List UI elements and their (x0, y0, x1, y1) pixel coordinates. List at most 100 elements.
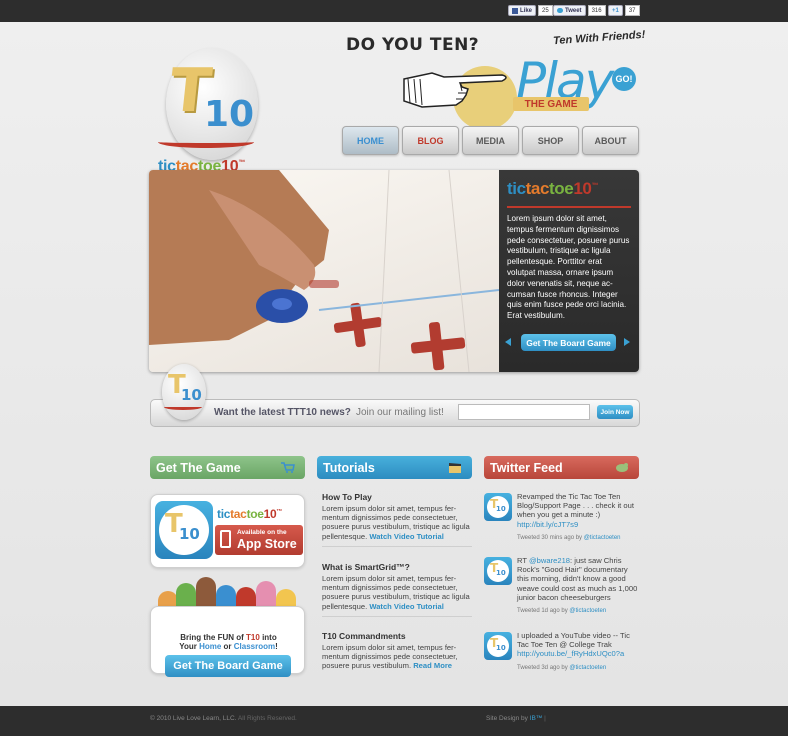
app-brand: tictactoe10™ (217, 507, 282, 521)
tweet-pre: RT (517, 556, 529, 565)
designer-link[interactable]: IB™ (530, 715, 543, 722)
join-now-button[interactable]: Join Now (597, 405, 633, 419)
app-store-label: App Store (237, 537, 297, 551)
twitter-avatar[interactable]: T 10 (484, 632, 512, 660)
app-brand-tic: tic (217, 507, 231, 521)
app-brand-num: 10 (263, 507, 277, 521)
site-footer: © 2010 Live Love Learn, LLC. All Rights … (0, 706, 788, 736)
tweet-link[interactable]: http://youtu.be/_fRyHdxUQc0?a (517, 649, 624, 658)
tweet-text: RT @bware218: just saw Chris Rock's "Goo… (517, 556, 639, 602)
footer-design: Site Design by IB™ | (486, 715, 546, 722)
board-game-text: Bring the FUN of T10 into Your Home or C… (151, 633, 306, 651)
get-board-game-button[interactable]: Get The Board Game (521, 334, 616, 351)
clapperboard-icon (449, 463, 461, 473)
slider-next-icon[interactable] (624, 338, 630, 346)
tutorial-body: Lorem ipsum dolor sit amet, tempus fer-m… (322, 574, 470, 611)
tweet-user-link[interactable]: @tictactoeten (569, 608, 606, 614)
tutorial-body: Lorem ipsum dolor sit amet, tempus fer-m… (322, 504, 470, 541)
board-line2-home: Home (199, 642, 222, 651)
tweet-link[interactable]: @bware218 (529, 556, 570, 565)
board-line2-pre: Your (179, 642, 200, 651)
board-line2-mid: or (221, 642, 234, 651)
newsletter-email-input[interactable] (458, 404, 590, 420)
like-count: 25 (538, 5, 553, 16)
hero-photo-art (149, 170, 500, 372)
twitter-avatar[interactable]: T 10 (484, 493, 512, 521)
nav-media[interactable]: MEDIA (462, 126, 519, 155)
nav-about[interactable]: ABOUT (582, 126, 639, 155)
nav-shop[interactable]: SHOP (522, 126, 579, 155)
main-nav: HOME BLOG MEDIA SHOP ABOUT (342, 126, 639, 155)
tutorials-header: Tutorials (317, 456, 472, 479)
facebook-like[interactable]: Like 25 (508, 5, 553, 16)
app-icon: T 10 (155, 501, 213, 559)
app-store-card[interactable]: T 10 tictactoe10™ Available on the App S… (150, 494, 305, 568)
copyright-text: © 2010 Live Love Learn, LLC. (150, 715, 237, 722)
tutorial-title: What is SmartGrid™? (322, 562, 410, 572)
twitter-avatar[interactable]: T 10 (484, 557, 512, 585)
watch-video-link[interactable]: Watch Video Tutorial (369, 532, 444, 541)
nav-home[interactable]: HOME (342, 126, 399, 155)
like-label: Like (520, 7, 533, 14)
slider-prev-icon[interactable] (505, 338, 511, 346)
avatar-ten: 10 (496, 569, 506, 577)
logo-ten: 10 (204, 94, 255, 135)
get-board-game-button-2[interactable]: Get The Board Game (165, 655, 291, 677)
board-line1-pre: Bring the FUN of (180, 633, 247, 642)
tutorial-item: T10 Commandments Lorem ipsum dolor sit a… (322, 631, 470, 671)
promo-the-game: THE GAME (513, 97, 589, 111)
twitter-bird-icon (557, 8, 563, 13)
hero-panel: tictactoe10™ Lorem ipsum dolor sit amet,… (499, 170, 639, 372)
get-the-game-header: Get The Game (150, 456, 305, 479)
plusone-count: 37 (624, 5, 640, 16)
hero-brand: tictactoe10™ (507, 179, 631, 199)
tweet-user-link[interactable]: @tictactoeten (584, 535, 621, 541)
avatar-ten: 10 (496, 644, 506, 652)
board-game-card: Bring the FUN of T10 into Your Home or C… (150, 606, 306, 677)
facebook-like-button[interactable]: Like (508, 5, 537, 16)
app-avail: Available on the (237, 529, 287, 536)
tweet-pre: I uploaded a YouTube video -- Tic Tac To… (517, 631, 630, 650)
site-logo[interactable]: T 10 tictactoe10™ (158, 36, 268, 181)
app-store-badge[interactable]: Available on the App Store (215, 525, 303, 555)
app-brand-toe: toe (246, 507, 264, 521)
hero-brand-toe: toe (549, 179, 574, 198)
rights-text: All Rights Reserved. (237, 715, 297, 722)
watch-video-link[interactable]: Watch Video Tutorial (369, 602, 444, 611)
tweet-count: 316 (587, 5, 606, 16)
logo-tm: ™ (238, 159, 246, 167)
hero-divider (507, 206, 631, 208)
tweet-share[interactable]: Tweet 316 (553, 5, 606, 16)
nl-logo-ten: 10 (181, 386, 202, 404)
hero-brand-tac: tac (525, 179, 550, 198)
tweet-user-link[interactable]: @tictactoeten (569, 665, 606, 671)
read-more-link[interactable]: Read More (413, 661, 452, 670)
newsletter-logo: T 10 (162, 364, 206, 420)
hero-slider: tictactoe10™ Lorem ipsum dolor sit amet,… (149, 170, 639, 372)
nav-blog[interactable]: BLOG (402, 126, 459, 155)
facebook-icon (512, 7, 518, 14)
tweet-meta-text: Tweeted 1d ago by (517, 608, 570, 614)
avatar-ten: 10 (496, 505, 506, 513)
tweet-button[interactable]: Tweet (553, 5, 586, 16)
promo-go-badge[interactable]: GO! (612, 67, 636, 91)
promo-friends: Ten With Friends! (552, 28, 646, 48)
tweet-label: Tweet (565, 7, 582, 14)
tweet-text: Revamped the Tic Tac Toe Ten Blog/Suppor… (517, 492, 639, 529)
tweet-meta-text: Tweeted 3d ago by (517, 665, 570, 671)
tweet-meta: Tweeted 3d ago by @tictactoeten (517, 665, 606, 671)
board-line1-hl: T10 (246, 633, 260, 642)
twitter-bird-icon (616, 463, 628, 472)
footer-copyright: © 2010 Live Love Learn, LLC. All Rights … (150, 715, 297, 722)
board-line1-post: into (259, 633, 277, 642)
board-line2-class: Classroom (233, 642, 276, 651)
plusone-share[interactable]: +1 37 (608, 5, 640, 16)
hero-brand-tic: tic (507, 179, 526, 198)
app-brand-tac: tac (230, 507, 247, 521)
tweet-link[interactable]: http://bit.ly/cJT7s9 (517, 520, 578, 529)
promo-question: DO YOU TEN? (346, 35, 480, 55)
plusone-button[interactable]: +1 (608, 5, 623, 16)
hero-body: Lorem ipsum dolor sit amet, tempus ferme… (507, 214, 630, 321)
board-line2-post: ! (275, 642, 278, 651)
tutorial-divider (322, 616, 472, 617)
